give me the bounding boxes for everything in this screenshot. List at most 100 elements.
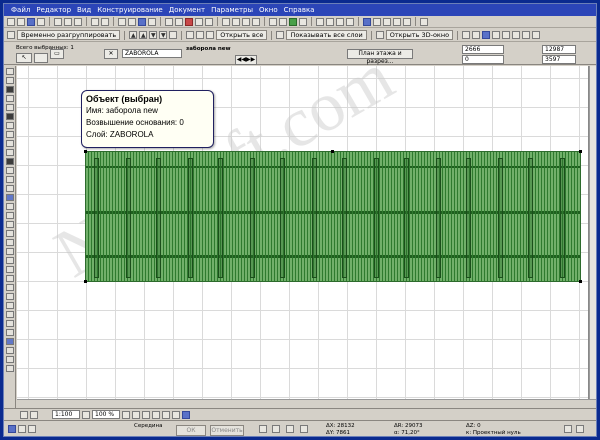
zoom-in-icon[interactable] bbox=[222, 17, 230, 26]
dimension-b-field[interactable]: 3597 bbox=[542, 55, 576, 64]
brush-icon[interactable] bbox=[128, 17, 136, 26]
cancel-button[interactable]: Отменить bbox=[210, 425, 244, 436]
zoom-minus-icon[interactable] bbox=[82, 410, 90, 419]
text-icon[interactable] bbox=[326, 17, 334, 26]
zoom-in-small-icon[interactable] bbox=[122, 410, 130, 419]
floor-plan-section-button[interactable]: План этажа и разрез... bbox=[347, 49, 413, 65]
save-icon[interactable] bbox=[27, 17, 35, 26]
selection-arrow-button[interactable]: ↖ bbox=[16, 53, 32, 63]
offset-icon[interactable] bbox=[492, 31, 501, 39]
horizontal-scrollbar[interactable] bbox=[17, 399, 596, 408]
reset-order-icon[interactable] bbox=[169, 31, 178, 39]
wall-tool-icon[interactable] bbox=[6, 86, 14, 93]
stretch-icon[interactable] bbox=[532, 31, 541, 39]
undo-icon[interactable] bbox=[91, 17, 99, 26]
next-view-icon[interactable] bbox=[182, 410, 190, 419]
redo-zoom-icon[interactable] bbox=[30, 410, 38, 419]
fill-icon[interactable] bbox=[346, 17, 354, 26]
prev-view-icon[interactable] bbox=[172, 410, 180, 419]
mirror-icon[interactable] bbox=[512, 31, 521, 39]
zone-tool-icon[interactable] bbox=[6, 185, 14, 192]
align-icon[interactable] bbox=[195, 17, 203, 26]
grid-icon[interactable] bbox=[165, 17, 173, 26]
vertical-scrollbar[interactable] bbox=[589, 66, 596, 399]
menu-edit[interactable]: Редактор bbox=[33, 6, 74, 14]
trim-icon[interactable] bbox=[462, 31, 471, 39]
open-all-button[interactable]: Открыть все bbox=[216, 30, 268, 40]
intersect-icon[interactable] bbox=[482, 31, 491, 39]
column-tool-icon[interactable] bbox=[6, 113, 14, 120]
menu-window[interactable]: Окно bbox=[256, 6, 281, 14]
detail-tool-icon[interactable] bbox=[6, 347, 14, 354]
pencil-icon[interactable] bbox=[118, 17, 126, 26]
layer-select[interactable]: ZABOROLA bbox=[122, 49, 182, 58]
open-3d-window-button[interactable]: Открыть 3D-окно bbox=[385, 30, 454, 40]
story-nav-button[interactable]: ◀◀▶▶ bbox=[235, 55, 257, 65]
polar-coords-icon[interactable] bbox=[272, 425, 280, 433]
snap-icon[interactable] bbox=[175, 17, 183, 26]
move-up-icon[interactable]: ▲ bbox=[129, 31, 138, 39]
lock-coords-icon[interactable] bbox=[300, 425, 308, 433]
object-tool-icon[interactable] bbox=[6, 158, 14, 165]
elevation-tool-icon[interactable] bbox=[6, 338, 14, 345]
elevation-field-2[interactable]: 0 bbox=[462, 55, 504, 64]
unlock-icon[interactable] bbox=[196, 31, 205, 39]
origin-icon[interactable] bbox=[286, 425, 294, 433]
selection-handle[interactable] bbox=[579, 150, 582, 153]
pan-icon[interactable] bbox=[252, 17, 260, 26]
magic-wand-icon[interactable] bbox=[138, 17, 146, 26]
orbit-icon[interactable] bbox=[162, 410, 170, 419]
radial-dimension-tool-icon[interactable] bbox=[6, 221, 14, 228]
fit-window-icon[interactable] bbox=[142, 410, 150, 419]
library-icon[interactable] bbox=[289, 17, 297, 26]
roof-tool-icon[interactable] bbox=[6, 140, 14, 147]
hotspot-tool-icon[interactable] bbox=[6, 302, 14, 309]
selection-handle[interactable] bbox=[331, 150, 334, 153]
menu-view[interactable]: Вид bbox=[74, 6, 94, 14]
door-tool-icon[interactable] bbox=[6, 95, 14, 102]
marquee-icon[interactable]: ▭ bbox=[50, 49, 64, 59]
selection-handle[interactable] bbox=[579, 280, 582, 283]
line-snap-icon[interactable] bbox=[28, 425, 36, 433]
render-icon[interactable] bbox=[383, 17, 391, 26]
section-icon[interactable] bbox=[393, 17, 401, 26]
polyline-tool-icon[interactable] bbox=[6, 284, 14, 291]
help-icon[interactable] bbox=[420, 17, 428, 26]
walk-icon[interactable] bbox=[363, 17, 371, 26]
label-tool-icon[interactable] bbox=[6, 248, 14, 255]
scale-field[interactable]: 1:100 bbox=[52, 410, 80, 419]
pan-small-icon[interactable] bbox=[152, 410, 160, 419]
move-bottom-icon[interactable]: ▼ bbox=[159, 31, 168, 39]
snap-toggle-icon[interactable] bbox=[8, 425, 16, 433]
arc-tool-icon[interactable] bbox=[6, 275, 14, 282]
window-tool-icon[interactable] bbox=[6, 104, 14, 111]
menu-options[interactable]: Параметры bbox=[208, 6, 256, 14]
floor-plan-canvas[interactable]: Nicesoft.com Объект (выбран) Имя: bbox=[17, 66, 589, 399]
temporary-ungroup-button[interactable]: Временно разгруппировать bbox=[17, 30, 121, 40]
dimension-tool-icon[interactable] bbox=[6, 203, 14, 210]
zoom-field[interactable]: 100 % bbox=[92, 410, 120, 419]
beam-tool-icon[interactable] bbox=[6, 122, 14, 129]
level-tool-icon[interactable] bbox=[6, 212, 14, 219]
guide-lines-icon[interactable] bbox=[576, 425, 584, 433]
label-icon[interactable] bbox=[336, 17, 344, 26]
favorites-button[interactable] bbox=[34, 53, 48, 63]
split-icon[interactable] bbox=[472, 31, 481, 39]
grid-snap-icon[interactable] bbox=[564, 425, 572, 433]
dimension-icon[interactable] bbox=[316, 17, 324, 26]
eyedropper-icon[interactable] bbox=[148, 17, 156, 26]
fit-icon[interactable] bbox=[242, 17, 250, 26]
line-tool-icon[interactable] bbox=[6, 266, 14, 273]
menu-file[interactable]: Файл bbox=[8, 6, 33, 14]
worksheet-tool-icon[interactable] bbox=[6, 356, 14, 363]
group-icon[interactable] bbox=[7, 31, 15, 39]
zoom-out-small-icon[interactable] bbox=[132, 410, 140, 419]
new-file-icon[interactable] bbox=[7, 17, 15, 26]
open-all-icon[interactable] bbox=[206, 31, 215, 39]
mesh-tool-icon[interactable] bbox=[6, 149, 14, 156]
guide-icon[interactable] bbox=[185, 17, 193, 26]
copy-icon[interactable] bbox=[64, 17, 72, 26]
selection-handle[interactable] bbox=[84, 280, 87, 283]
snap-mode-icon[interactable] bbox=[18, 425, 26, 433]
fill-tool-icon[interactable] bbox=[6, 257, 14, 264]
